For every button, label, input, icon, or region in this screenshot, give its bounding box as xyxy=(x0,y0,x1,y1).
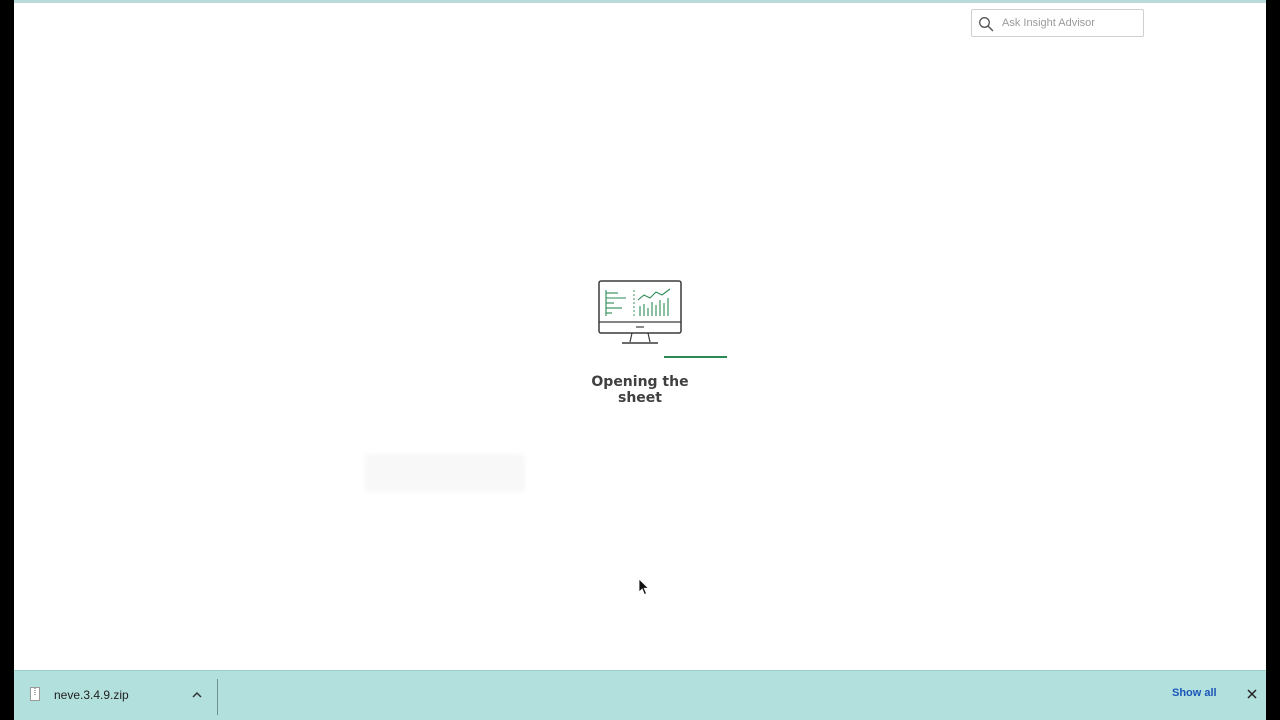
download-item[interactable]: neve.3.4.9.zip xyxy=(14,671,218,720)
zip-file-icon xyxy=(30,687,40,701)
search-input[interactable] xyxy=(1002,14,1138,32)
top-border xyxy=(14,0,1266,3)
monitor-chart-icon xyxy=(598,280,682,344)
loading-message: Opening the sheet xyxy=(591,374,689,406)
loading-progress-fill xyxy=(664,356,727,358)
close-icon[interactable] xyxy=(1246,688,1258,700)
mouse-pointer-icon xyxy=(638,578,650,596)
download-bar: neve.3.4.9.zip Show all xyxy=(14,670,1266,720)
search-icon xyxy=(979,17,994,32)
chevron-up-icon[interactable] xyxy=(190,688,204,702)
show-all-button[interactable]: Show all xyxy=(1172,687,1217,699)
download-file-name: neve.3.4.9.zip xyxy=(54,688,129,702)
download-item-divider xyxy=(217,679,218,715)
insight-advisor-search[interactable] xyxy=(971,9,1144,37)
sheet-loader: Opening the sheet xyxy=(574,278,734,408)
loading-progress-bar xyxy=(664,356,727,358)
placeholder-block xyxy=(365,454,525,492)
app-window: Opening the sheet neve.3.4.9.zip Show al… xyxy=(14,0,1266,720)
